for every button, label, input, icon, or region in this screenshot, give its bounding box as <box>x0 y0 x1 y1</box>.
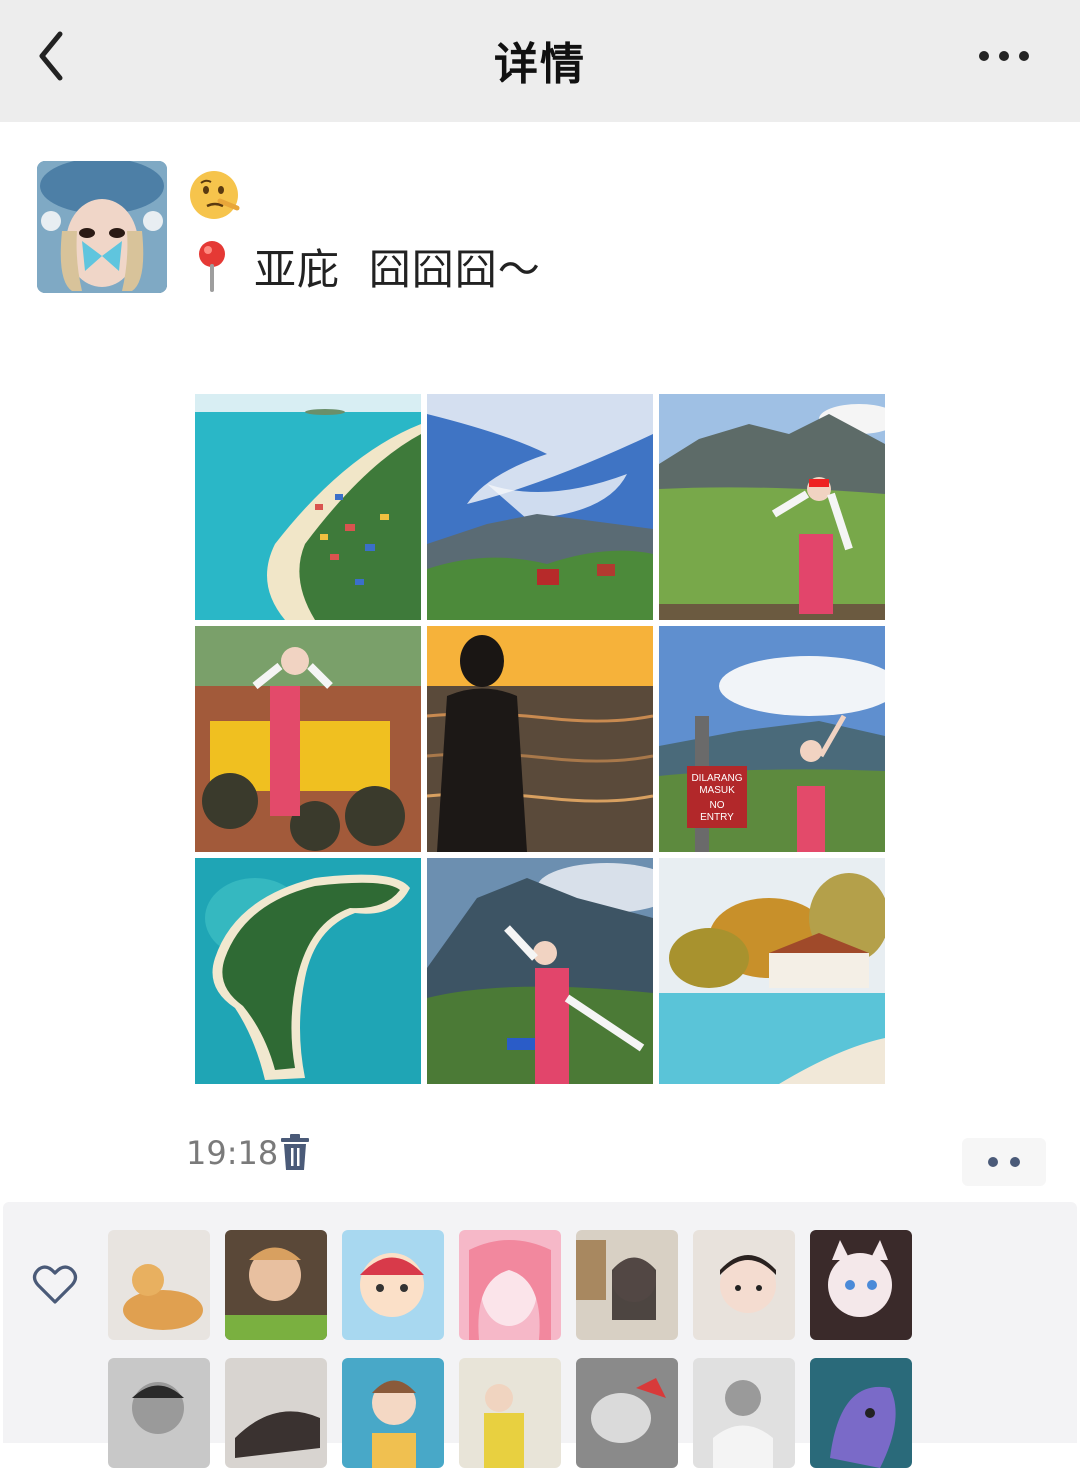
trash-icon <box>281 1134 309 1170</box>
photo-aerial-tropical-island[interactable] <box>195 858 421 1084</box>
liker-avatar[interactable] <box>225 1230 327 1340</box>
photo-woman-atv[interactable] <box>195 626 421 852</box>
photo-cloudy-sky-mountain[interactable] <box>427 394 653 620</box>
photo-woman-mountain-viewpoint[interactable] <box>427 858 653 1084</box>
more-dots-icon-second <box>1010 1157 1020 1167</box>
heart-outline-icon <box>32 1265 78 1304</box>
photo-silhouette-sunset-sea[interactable] <box>427 626 653 852</box>
liker-avatar[interactable] <box>342 1358 444 1468</box>
thinking-face-emoji <box>190 171 240 219</box>
photo-woman-dilarang-masuk-sign[interactable]: DILARANG MASUK NO ENTRY <box>659 626 885 852</box>
more-horizontal-icon <box>979 51 1029 61</box>
liker-avatar[interactable] <box>225 1358 327 1468</box>
liker-avatar[interactable] <box>108 1358 210 1468</box>
liker-avatar[interactable] <box>459 1358 561 1468</box>
photo-aerial-beach-village[interactable] <box>195 394 421 620</box>
sign-text-dilarang: DILARANG <box>691 773 742 784</box>
more-button[interactable] <box>976 44 1032 68</box>
liker-avatar[interactable] <box>108 1230 210 1340</box>
top-bar: 详情 <box>0 0 1080 122</box>
page-title: 详情 <box>494 39 586 90</box>
post-actions-button[interactable] <box>962 1138 1046 1186</box>
liker-avatar[interactable] <box>693 1230 795 1340</box>
sign-text-masuk: MASUK <box>699 785 735 796</box>
photo-beach-jetty-hut[interactable] <box>659 858 885 1084</box>
author-avatar[interactable] <box>37 161 167 293</box>
sign-text-no: NO <box>710 800 725 811</box>
liker-avatar[interactable] <box>342 1230 444 1340</box>
liker-avatar[interactable] <box>576 1230 678 1340</box>
liker-avatar[interactable] <box>576 1358 678 1468</box>
post-time: 19:18 <box>186 1134 279 1172</box>
photo-woman-mountain-meadow[interactable] <box>659 394 885 620</box>
post-location-row: 亚庇 囧囧囧～ <box>190 238 541 294</box>
liker-avatar[interactable] <box>810 1358 912 1468</box>
sign-text-entry: ENTRY <box>700 812 734 823</box>
post-text: 亚庇 囧囧囧～ <box>254 244 541 294</box>
liker-avatar[interactable] <box>693 1358 795 1468</box>
delete-button[interactable] <box>280 1134 310 1172</box>
liker-avatar[interactable] <box>810 1230 912 1340</box>
liker-avatar[interactable] <box>459 1230 561 1340</box>
photo-grid: DILARANG MASUK NO ENTRY <box>195 394 885 1084</box>
more-dots-icon <box>988 1157 998 1167</box>
map-pin-icon <box>199 241 225 292</box>
